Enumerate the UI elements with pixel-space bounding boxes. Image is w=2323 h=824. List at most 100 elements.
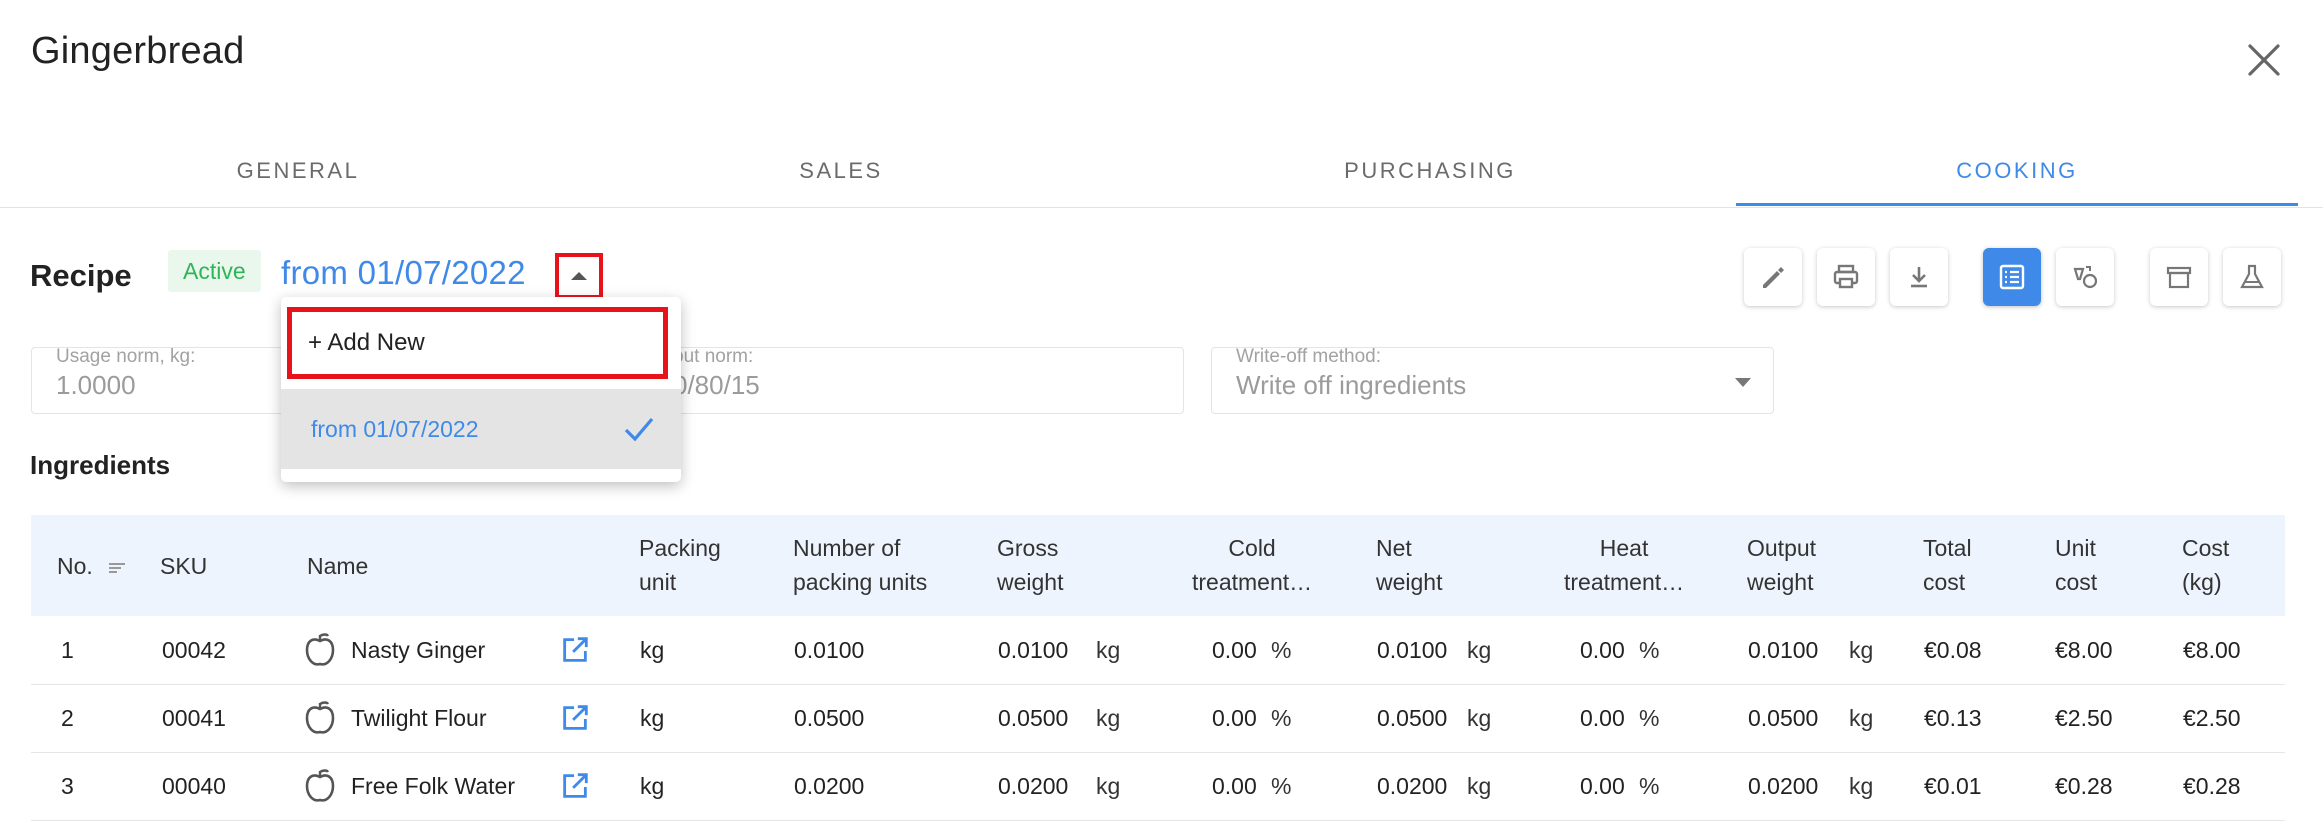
column-num-units-line1: Number of bbox=[793, 535, 901, 561]
row-packing-unit: kg bbox=[640, 704, 665, 731]
table-row[interactable]: 1 00042 Nasty Ginger kg 0.0100 0.0100 kg… bbox=[31, 616, 2285, 685]
write-off-value: Write off ingredients bbox=[1236, 370, 1467, 400]
column-total-line2: cost bbox=[1923, 569, 1966, 595]
column-net-line1: Net bbox=[1376, 535, 1412, 561]
lab-button[interactable] bbox=[2223, 248, 2281, 306]
recipe-version-selector[interactable]: from 01/07/2022 bbox=[281, 254, 526, 292]
ingredient-name: Free Folk Water bbox=[351, 772, 516, 799]
apple-icon bbox=[305, 701, 335, 734]
usage-norm-label: Usage norm, kg: bbox=[56, 346, 196, 367]
download-button[interactable] bbox=[1890, 248, 1948, 306]
reorder-button[interactable] bbox=[2056, 248, 2114, 306]
apple-icon bbox=[305, 633, 335, 666]
write-off-method-select[interactable]: Write-off method: Write off ingredients bbox=[1211, 346, 1774, 414]
list-view-button[interactable] bbox=[1983, 248, 2041, 306]
ingredient-name: Twilight Flour bbox=[351, 704, 487, 731]
row-net-unit: kg bbox=[1467, 704, 1492, 731]
row-cold: 0.00 bbox=[1212, 636, 1257, 663]
output-norm-field[interactable]: put norm: 0/80/15 bbox=[650, 346, 1184, 414]
tab-sales[interactable]: SALES bbox=[596, 135, 1086, 207]
write-off-label: Write-off method: bbox=[1236, 346, 1382, 367]
row-name: Twilight Flour bbox=[303, 684, 486, 752]
open-external-icon[interactable] bbox=[558, 770, 592, 802]
reorder-icon bbox=[2073, 266, 2098, 289]
row-net: 0.0100 bbox=[1377, 636, 1448, 663]
status-badge: Active bbox=[168, 250, 261, 292]
column-output-line1: Output bbox=[1747, 535, 1817, 561]
add-new-version-item[interactable]: + Add New bbox=[287, 307, 668, 379]
usage-norm-value: 1.0000 bbox=[56, 370, 136, 400]
check-icon bbox=[624, 417, 654, 442]
page-title: Gingerbread bbox=[31, 30, 245, 72]
row-cold: 0.00 bbox=[1212, 704, 1257, 731]
column-costkg-line1: Cost bbox=[2182, 535, 2230, 561]
row-unit-cost: €2.50 bbox=[2055, 704, 2113, 731]
row-cold-unit: % bbox=[1271, 636, 1292, 663]
row-net-unit: kg bbox=[1467, 636, 1492, 663]
close-icon[interactable] bbox=[2242, 38, 2286, 82]
column-output-weight: Output weight bbox=[1747, 531, 1816, 599]
row-no: 2 bbox=[61, 704, 74, 731]
column-gross-line1: Gross bbox=[997, 535, 1059, 561]
row-cost-kg: €0.28 bbox=[2183, 772, 2241, 799]
row-output: 0.0200 bbox=[1748, 772, 1819, 799]
usage-norm-field[interactable]: Usage norm, kg: 1.0000 bbox=[31, 346, 291, 414]
row-cold: 0.00 bbox=[1212, 772, 1257, 799]
tab-purchasing[interactable]: PURCHASING bbox=[1150, 135, 1710, 207]
list-view-icon bbox=[1999, 264, 2025, 290]
table-row[interactable]: 3 00040 Free Folk Water kg 0.0200 0.0200… bbox=[31, 752, 2285, 821]
row-cost-kg: €2.50 bbox=[2183, 704, 2241, 731]
column-no-label: No. bbox=[57, 553, 93, 579]
version-menu-item-label: from 01/07/2022 bbox=[311, 415, 479, 442]
column-unitcost-line1: Unit bbox=[2055, 535, 2096, 561]
caret-up-icon bbox=[571, 272, 587, 280]
row-packing-unit: kg bbox=[640, 772, 665, 799]
column-gross-line2: weight bbox=[997, 569, 1064, 595]
row-no: 1 bbox=[61, 636, 74, 663]
sort-icon[interactable] bbox=[107, 560, 127, 576]
version-dropdown-toggle[interactable] bbox=[555, 253, 603, 299]
column-net-line2: weight bbox=[1376, 569, 1443, 595]
row-unit-cost: €8.00 bbox=[2055, 636, 2113, 663]
row-name: Free Folk Water bbox=[303, 752, 515, 820]
row-gross-unit: kg bbox=[1096, 636, 1121, 663]
row-num-units: 0.0500 bbox=[794, 704, 865, 731]
column-name: Name bbox=[307, 553, 369, 579]
row-sku: 00040 bbox=[162, 772, 226, 799]
row-gross: 0.0500 bbox=[998, 704, 1069, 731]
output-norm-label: put norm: bbox=[673, 346, 754, 367]
ingredient-name: Nasty Ginger bbox=[351, 636, 486, 663]
archive-button[interactable] bbox=[2150, 248, 2208, 306]
row-net: 0.0200 bbox=[1377, 772, 1448, 799]
row-cold-unit: % bbox=[1271, 772, 1292, 799]
table-row[interactable]: 2 00041 Twilight Flour kg 0.0500 0.0500 … bbox=[31, 684, 2285, 753]
column-packing-unit-line2: unit bbox=[639, 569, 677, 595]
column-heat-line1: Heat bbox=[1599, 535, 1649, 561]
column-num-units-line2: packing units bbox=[793, 569, 928, 595]
row-gross-unit: kg bbox=[1096, 772, 1121, 799]
print-button[interactable] bbox=[1817, 248, 1875, 306]
row-output-unit: kg bbox=[1849, 704, 1874, 731]
column-no[interactable]: No. bbox=[57, 549, 127, 583]
column-cost-kg: Cost (kg) bbox=[2182, 531, 2229, 599]
row-gross-unit: kg bbox=[1096, 704, 1121, 731]
row-unit-cost: €0.28 bbox=[2055, 772, 2113, 799]
column-sku: SKU bbox=[160, 553, 208, 579]
edit-button[interactable] bbox=[1744, 248, 1802, 306]
apple-icon bbox=[305, 769, 335, 802]
row-total-cost: €0.13 bbox=[1924, 704, 1982, 731]
output-norm-value: 0/80/15 bbox=[673, 370, 760, 400]
open-external-icon[interactable] bbox=[558, 634, 592, 666]
table-header: No. SKU Name Packing unit Number of pack… bbox=[31, 515, 2285, 616]
row-output: 0.0100 bbox=[1748, 636, 1819, 663]
row-net: 0.0500 bbox=[1377, 704, 1448, 731]
column-unitcost-line2: cost bbox=[2055, 569, 2098, 595]
chevron-down-icon bbox=[1735, 378, 1751, 387]
row-total-cost: €0.08 bbox=[1924, 636, 1982, 663]
row-sku: 00042 bbox=[162, 636, 226, 663]
open-external-icon[interactable] bbox=[558, 702, 592, 734]
tab-cooking[interactable]: COOKING bbox=[1736, 135, 2298, 207]
version-menu-item[interactable]: from 01/07/2022 bbox=[281, 389, 681, 469]
tab-general[interactable]: GENERAL bbox=[0, 135, 596, 207]
column-cold-line2: treatment… bbox=[1192, 569, 1313, 595]
